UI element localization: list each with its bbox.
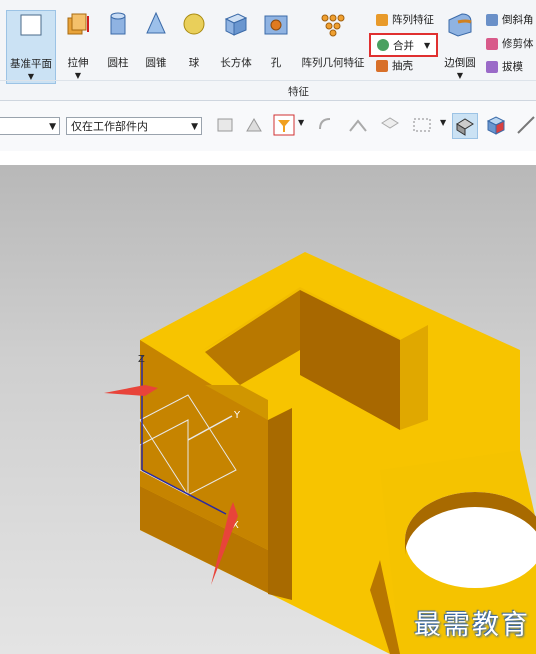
- chevron-down-icon: ▼: [191, 122, 198, 132]
- pattern-geometry-icon: [321, 14, 345, 37]
- chevron-down-icon[interactable]: ▼: [440, 72, 480, 80]
- chevron-down-icon[interactable]: ▼: [424, 41, 430, 50]
- pattern-feature-button[interactable]: 阵列特征: [376, 12, 434, 27]
- part-side-face: [268, 408, 292, 600]
- shaded-view-icon[interactable]: [452, 113, 478, 139]
- unite-button[interactable]: 合并 ▼: [369, 33, 439, 57]
- chevron-down-icon: ▼: [49, 122, 56, 132]
- edge-blend-icon: [448, 13, 472, 37]
- ribbon: 基准平面 ▼ 拉伸 ▼ 圆柱 圆锥 球 长方体 孔 阵列几何特征 阵列特征 合并…: [0, 0, 536, 101]
- draft-button[interactable]: 拔模: [486, 59, 523, 74]
- measure-icon[interactable]: [514, 113, 536, 137]
- toolbar-spacer: [0, 151, 536, 165]
- filter-icon[interactable]: [272, 113, 296, 137]
- select-tool-icon[interactable]: [242, 113, 266, 137]
- edge-blend-label: 边倒圆: [444, 57, 476, 69]
- shell-icon: [376, 59, 388, 72]
- datum-plane-button[interactable]: 基准平面 ▼: [6, 10, 56, 84]
- sphere-icon: [183, 13, 205, 35]
- snap-point-icon[interactable]: [314, 113, 338, 137]
- cone-label: 圆锥: [145, 57, 167, 69]
- cylinder-icon: [110, 12, 126, 35]
- unite-icon: [377, 39, 389, 51]
- chevron-down-icon[interactable]: ▼: [440, 118, 446, 127]
- shell-button[interactable]: 抽壳: [376, 58, 413, 73]
- ribbon-divider: [0, 80, 536, 81]
- face-rule-icon[interactable]: [378, 113, 402, 137]
- draft-icon: [486, 60, 498, 73]
- type-filter-dropdown[interactable]: ▼: [0, 117, 60, 135]
- block-icon: [224, 13, 248, 36]
- shell-label: 抽壳: [392, 60, 413, 72]
- graphics-viewport[interactable]: Z Y X 最需教育: [0, 165, 536, 654]
- feature-group-label: 特征: [288, 86, 309, 98]
- y-axis-label: Y: [233, 410, 241, 421]
- pattern-geometry-label: 阵列几何特征: [301, 57, 365, 69]
- datum-plane-label: 基准平面: [10, 58, 52, 70]
- draft-label: 拔模: [502, 61, 523, 73]
- z-axis-label: Z: [138, 354, 145, 365]
- trim-body-label: 修剪体: [502, 38, 534, 50]
- unite-label: 合并: [393, 39, 414, 52]
- select-feature-icon[interactable]: [214, 113, 238, 137]
- chamfer-button[interactable]: 倒斜角: [486, 12, 534, 27]
- trim-body-button[interactable]: 修剪体: [486, 36, 534, 51]
- chevron-down-icon[interactable]: ▼: [60, 72, 96, 80]
- cone-icon: [146, 11, 166, 34]
- extrude-button[interactable]: 拉伸 ▼: [60, 10, 96, 80]
- cylinder-label: 圆柱: [107, 57, 129, 69]
- pattern-geometry-button[interactable]: 阵列几何特征: [298, 10, 368, 70]
- selection-scope-dropdown[interactable]: 仅在工作部件内 ▼: [66, 117, 202, 135]
- watermark: 最需教育: [414, 610, 530, 641]
- cone-button[interactable]: 圆锥: [140, 10, 172, 70]
- extrude-icon: [67, 13, 89, 35]
- chevron-down-icon[interactable]: ▼: [298, 118, 304, 127]
- part-model[interactable]: Z Y X: [0, 165, 536, 654]
- block-button[interactable]: 长方体: [216, 10, 256, 70]
- edge-blend-button[interactable]: 边倒圆 ▼: [440, 10, 480, 80]
- curve-rule-icon[interactable]: [346, 113, 370, 137]
- sphere-label: 球: [188, 57, 200, 69]
- hole-label: 孔: [270, 57, 282, 69]
- datum-plane-icon: [20, 14, 42, 36]
- hole-icon: [264, 15, 288, 35]
- cylinder-button[interactable]: 圆柱: [102, 10, 134, 70]
- chamfer-label: 倒斜角: [502, 14, 534, 26]
- sphere-button[interactable]: 球: [178, 10, 210, 70]
- selection-scope-value: 仅在工作部件内: [71, 120, 148, 133]
- wall-end-face: [400, 325, 428, 430]
- trim-body-icon: [486, 37, 498, 50]
- extrude-label: 拉伸: [67, 57, 89, 69]
- pattern-feature-icon: [376, 13, 388, 26]
- rectangle-select-icon[interactable]: [410, 113, 434, 137]
- block-label: 长方体: [220, 57, 252, 69]
- pattern-feature-label: 阵列特征: [392, 14, 434, 26]
- chamfer-icon: [486, 13, 498, 26]
- hole-button[interactable]: 孔: [262, 10, 290, 70]
- view-cube-icon[interactable]: [484, 113, 508, 137]
